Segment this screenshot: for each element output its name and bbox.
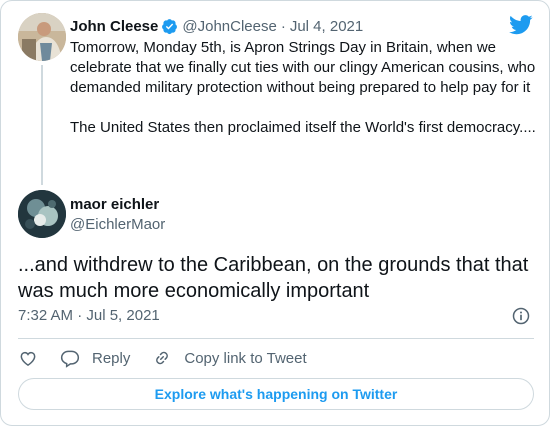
reply-author-name[interactable]: maor eichler <box>70 196 159 213</box>
divider <box>18 338 534 339</box>
reply-icon <box>60 350 80 368</box>
link-icon <box>156 351 169 365</box>
avatar-john-cleese[interactable] <box>18 13 66 61</box>
info-icon[interactable] <box>511 306 531 326</box>
heart-icon <box>20 351 36 366</box>
tweet-actions: Reply Copy link to Tweet <box>18 347 329 369</box>
like-button[interactable] <box>18 348 38 368</box>
separator-dot: · <box>280 17 286 35</box>
author-handle[interactable]: @JohnCleese <box>182 18 276 35</box>
embedded-tweet-card: John Cleese @JohnCleese · Jul 4, 2021 To… <box>0 0 550 426</box>
parent-tweet-paragraph-2: The United States then proclaimed itself… <box>70 119 536 136</box>
verified-badge-icon <box>162 18 178 34</box>
reply-tweet-text: ...and withdrew to the Caribbean, on the… <box>18 254 529 302</box>
parent-tweet-header: John Cleese @JohnCleese · Jul 4, 2021 <box>70 16 540 36</box>
parent-tweet-text: Tomorrow, Monday 5th, is Apron Strings D… <box>70 38 540 138</box>
thread-connector-line <box>41 65 43 185</box>
avatar-image <box>18 13 66 61</box>
reply-label: Reply <box>92 349 131 367</box>
reply-author[interactable]: maor eichler @EichlerMaor <box>70 195 165 235</box>
parent-tweet-paragraph-1: Tomorrow, Monday 5th, is Apron Strings D… <box>70 39 536 96</box>
reply-button[interactable]: Reply <box>60 348 130 368</box>
author-name[interactable]: John Cleese <box>70 18 158 35</box>
copy-link-button[interactable]: Copy link to Tweet <box>152 348 307 368</box>
avatar-maor-eichler[interactable] <box>18 190 66 238</box>
avatar-image <box>18 190 66 238</box>
reply-author-handle[interactable]: @EichlerMaor <box>70 215 165 235</box>
parent-tweet[interactable]: John Cleese @JohnCleese · Jul 4, 2021 To… <box>70 16 540 138</box>
reply-timestamp[interactable]: 7:32 AM · Jul 5, 2021 <box>18 307 160 324</box>
tweet-date[interactable]: Jul 4, 2021 <box>290 18 363 35</box>
explore-twitter-button[interactable]: Explore what's happening on Twitter <box>18 378 534 410</box>
copy-link-label: Copy link to Tweet <box>184 349 307 367</box>
